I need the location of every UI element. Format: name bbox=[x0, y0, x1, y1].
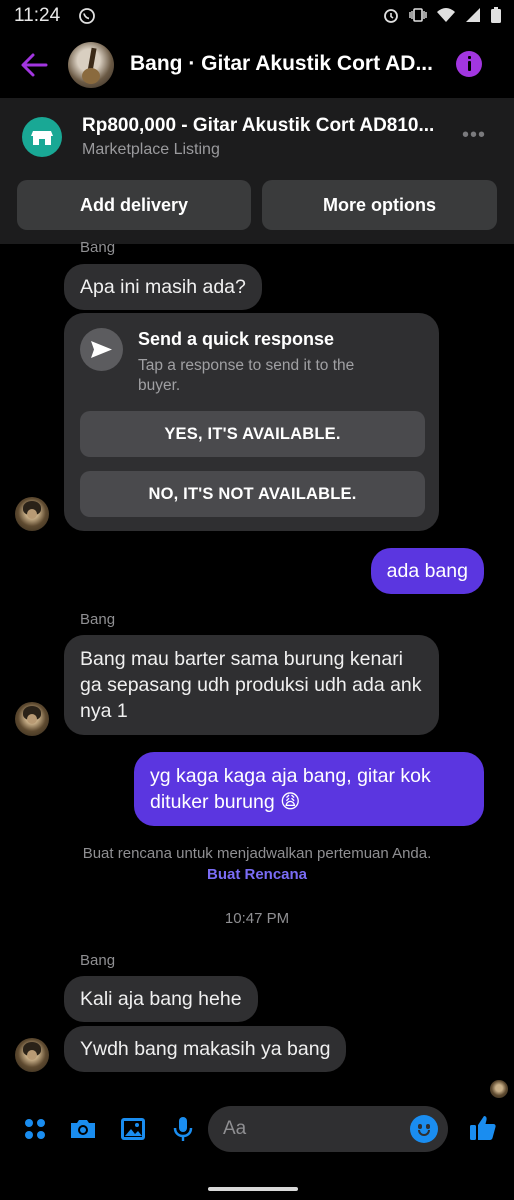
vibrate-icon bbox=[408, 6, 428, 29]
camera-icon[interactable] bbox=[68, 1114, 98, 1144]
avatar[interactable] bbox=[15, 702, 49, 736]
quick-response-yes-button[interactable]: YES, IT'S AVAILABLE. bbox=[80, 411, 425, 457]
quick-response-no-button[interactable]: NO, IT'S NOT AVAILABLE. bbox=[80, 471, 425, 517]
sender-name: Bang bbox=[80, 611, 116, 628]
incoming-message[interactable]: Apa ini masih ada? bbox=[64, 264, 262, 310]
incoming-message[interactable]: Kali aja bang hehe bbox=[64, 976, 258, 1022]
read-receipt-avatar bbox=[490, 1080, 508, 1098]
message-input[interactable]: Aa bbox=[208, 1106, 448, 1152]
avatar[interactable] bbox=[15, 497, 49, 531]
shop-icon bbox=[22, 117, 62, 157]
send-icon bbox=[80, 328, 123, 371]
message-input-placeholder: Aa bbox=[223, 1118, 247, 1139]
status-bar: 11:24 bbox=[0, 0, 514, 32]
back-arrow-icon[interactable] bbox=[20, 52, 48, 83]
quick-response-subtitle: Tap a response to send it to the buyer. bbox=[138, 357, 355, 394]
microphone-icon[interactable] bbox=[168, 1114, 198, 1144]
create-plan-link[interactable]: Buat Rencana bbox=[207, 866, 307, 883]
alarm-icon bbox=[382, 6, 400, 29]
composer-bar: Aa bbox=[0, 1100, 514, 1160]
quick-response-card: Send a quick response Tap a response to … bbox=[64, 313, 439, 531]
sender-name: Bang bbox=[80, 239, 116, 256]
conversation-header: Bang · Gitar Akustik Cort AD... bbox=[0, 32, 514, 98]
plan-suggestion: Buat rencana untuk menjadwalkan pertemua… bbox=[0, 843, 514, 885]
message-timestamp: 10:47 PM bbox=[224, 910, 290, 927]
home-indicator[interactable] bbox=[208, 1187, 298, 1191]
listing-subtitle: Marketplace Listing bbox=[82, 141, 220, 158]
battery-icon bbox=[490, 6, 502, 29]
incoming-message[interactable]: Ywdh bang makasih ya bang bbox=[64, 1026, 347, 1072]
listing-avatar[interactable] bbox=[68, 42, 114, 88]
conversation-title[interactable]: Bang · Gitar Akustik Cort AD... bbox=[130, 52, 433, 76]
incoming-message[interactable]: Bang mau barter sama burung kenari ga se… bbox=[64, 635, 439, 735]
status-time: 11:24 bbox=[14, 5, 61, 26]
info-icon[interactable] bbox=[456, 51, 482, 77]
quick-response-title: Send a quick response bbox=[138, 329, 335, 349]
outgoing-message[interactable]: yg kaga kaga aja bang, gitar kok dituker… bbox=[134, 752, 484, 826]
wifi-icon bbox=[436, 6, 456, 29]
outgoing-message[interactable]: ada bang bbox=[370, 548, 484, 594]
apps-icon[interactable] bbox=[20, 1114, 50, 1144]
listing-more-icon[interactable]: ••• bbox=[462, 124, 486, 147]
sender-name: Bang bbox=[80, 952, 116, 969]
more-options-button[interactable]: More options bbox=[262, 180, 497, 230]
avatar[interactable] bbox=[15, 1038, 49, 1072]
emoji-icon[interactable] bbox=[410, 1115, 438, 1143]
plan-suggestion-text: Buat rencana untuk menjadwalkan pertemua… bbox=[82, 845, 432, 862]
listing-title[interactable]: Rp800,000 - Gitar Akustik Cort AD810... bbox=[82, 115, 434, 137]
add-delivery-button[interactable]: Add delivery bbox=[17, 180, 251, 230]
signal-icon bbox=[464, 6, 482, 29]
marketplace-listing-panel: Rp800,000 - Gitar Akustik Cort AD810... … bbox=[0, 98, 514, 244]
gallery-icon[interactable] bbox=[118, 1114, 148, 1144]
whatsapp-icon bbox=[78, 7, 96, 30]
thumbs-up-icon[interactable] bbox=[467, 1112, 497, 1142]
